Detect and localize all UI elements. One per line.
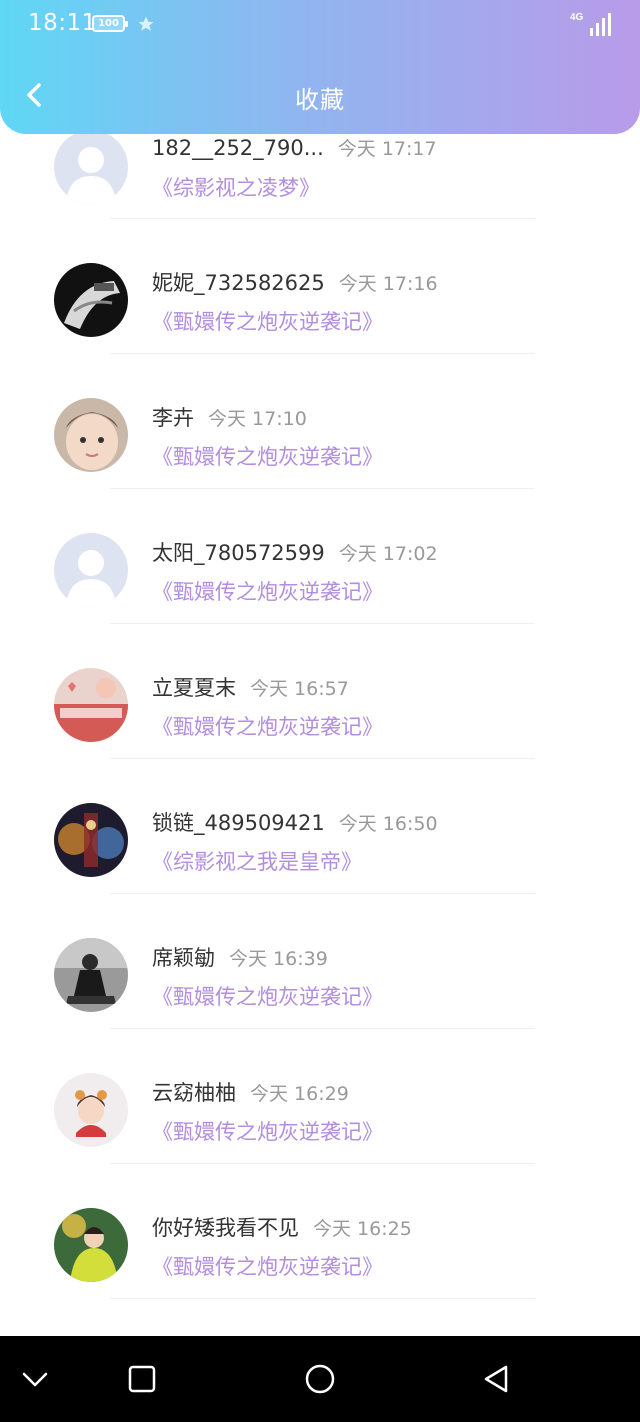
timestamp: 今天 16:39 [229, 948, 328, 970]
book-title[interactable]: 《甄嬛传之炮灰逆袭记》 [152, 1251, 383, 1281]
user-name: 182__252_790... [152, 136, 324, 160]
list-item[interactable]: 席颖勄 今天 16:39 《甄嬛传之炮灰逆袭记》 [0, 894, 640, 1029]
user-name: 席颖勄 [152, 946, 215, 970]
battery-level: 100 [98, 18, 119, 29]
square-icon[interactable] [125, 1362, 159, 1396]
circle-icon[interactable] [303, 1362, 337, 1396]
book-title[interactable]: 《甄嬛传之炮灰逆袭记》 [152, 981, 383, 1011]
user-avatar [54, 1208, 128, 1282]
list-item[interactable]: 锁链_489509421 今天 16:50 《综影视之我是皇帝》 [0, 759, 640, 894]
book-title[interactable]: 《甄嬛传之炮灰逆袭记》 [152, 306, 383, 336]
book-title[interactable]: 《综影视之我是皇帝》 [152, 846, 362, 876]
timestamp: 今天 17:17 [337, 138, 437, 160]
book-title[interactable]: 《甄嬛传之炮灰逆袭记》 [152, 576, 383, 606]
list-item[interactable]: 你好矮我看不见 今天 16:25 《甄嬛传之炮灰逆袭记》 [0, 1164, 640, 1299]
timestamp: 今天 16:50 [338, 813, 438, 835]
favorites-list[interactable]: 182__252_790... 今天 17:17 《综影视之凌梦》 妮妮_7325… [0, 0, 640, 1336]
system-nav-bar [0, 1336, 640, 1422]
user-name: 立夏夏末 [152, 676, 236, 700]
user-avatar [54, 398, 128, 472]
timestamp: 今天 17:16 [338, 273, 438, 295]
triangle-back-icon[interactable] [479, 1362, 513, 1396]
star-icon [138, 16, 154, 31]
book-title[interactable]: 《甄嬛传之炮灰逆袭记》 [152, 711, 383, 741]
user-avatar [54, 668, 128, 742]
list-item[interactable]: 云窈柚柚 今天 16:29 《甄嬛传之炮灰逆袭记》 [0, 1029, 640, 1164]
divider [110, 1298, 535, 1299]
user-name: 云窈柚柚 [152, 1081, 236, 1105]
user-name: 妮妮_732582625 [152, 271, 325, 295]
user-name: 太阳_780572599 [152, 541, 325, 565]
book-title[interactable]: 《综影视之凌梦》 [152, 172, 320, 202]
user-avatar [54, 263, 128, 337]
user-avatar [54, 938, 128, 1012]
user-avatar [54, 803, 128, 877]
timestamp: 今天 16:25 [313, 1218, 412, 1240]
user-name: 你好矮我看不见 [152, 1216, 299, 1240]
timestamp: 今天 16:57 [250, 678, 349, 700]
chevron-down-icon[interactable] [18, 1362, 52, 1396]
page-title: 收藏 [295, 86, 345, 114]
battery-icon: 100 [92, 15, 128, 32]
book-title[interactable]: 《甄嬛传之炮灰逆袭记》 [152, 1116, 383, 1146]
signal-icon: 4G [570, 12, 611, 36]
status-time: 18:11 [28, 10, 97, 36]
list-item[interactable]: 李卉 今天 17:10 《甄嬛传之炮灰逆袭记》 [0, 354, 640, 489]
timestamp: 今天 17:02 [338, 543, 438, 565]
user-avatar [54, 1073, 128, 1147]
user-name: 锁链_489509421 [152, 811, 325, 835]
timestamp: 今天 16:29 [250, 1083, 349, 1105]
timestamp: 今天 17:10 [208, 408, 307, 430]
default-avatar-icon [54, 533, 128, 607]
list-item[interactable]: 太阳_780572599 今天 17:02 《甄嬛传之炮灰逆袭记》 [0, 489, 640, 624]
app-header: 18:11 100 4G 收藏 [0, 0, 640, 134]
list-item[interactable]: 妮妮_732582625 今天 17:16 《甄嬛传之炮灰逆袭记》 [0, 219, 640, 354]
user-name: 李卉 [152, 406, 194, 430]
list-item[interactable]: 立夏夏末 今天 16:57 《甄嬛传之炮灰逆袭记》 [0, 624, 640, 759]
default-avatar-icon [54, 130, 128, 204]
network-type: 4G [570, 12, 584, 23]
book-title[interactable]: 《甄嬛传之炮灰逆袭记》 [152, 441, 383, 471]
